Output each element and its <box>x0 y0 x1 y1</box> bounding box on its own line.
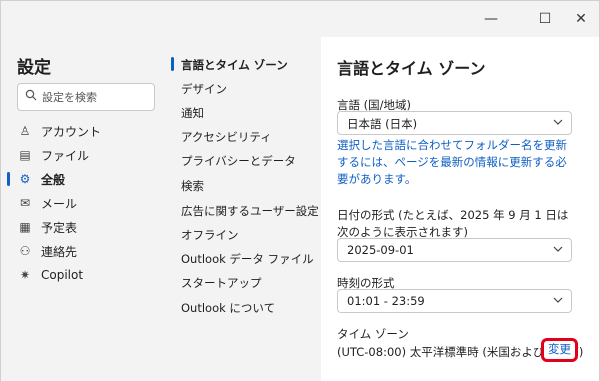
sub-item-offline[interactable]: オフライン <box>181 227 239 243</box>
sub-item-search[interactable]: 検索 <box>181 178 204 194</box>
chevron-down-icon <box>553 293 563 310</box>
sub-active-indicator <box>171 57 174 71</box>
chevron-down-icon <box>553 242 563 259</box>
minimize-icon[interactable]: — <box>481 9 501 29</box>
nav-item-label: Copilot <box>41 268 84 282</box>
nav-item-general[interactable]: ⚙ 全般 <box>17 168 157 190</box>
settings-title: 設定 <box>17 58 51 78</box>
nav-item-label: アカウント <box>41 124 102 139</box>
timezone-change-button[interactable]: 変更 <box>541 338 578 362</box>
nav-item-label: 予定表 <box>41 220 78 235</box>
sub-item-ad-preferences[interactable]: 広告に関するユーザー設定 <box>181 203 319 219</box>
nav-item-contacts[interactable]: ⚇ 連絡先 <box>17 240 157 262</box>
sub-item-accessibility[interactable]: アクセシビリティ <box>181 129 272 145</box>
nav-item-label: 連絡先 <box>41 244 78 259</box>
sub-item-language-timezone[interactable]: 言語とタイム ゾーン <box>181 57 288 73</box>
copilot-icon: ✷ <box>19 268 31 282</box>
calendar-icon: ▦ <box>19 220 31 234</box>
sub-item-about[interactable]: Outlook について <box>181 300 275 316</box>
nav-item-mail[interactable]: ✉ メール <box>17 192 157 214</box>
mail-icon: ✉ <box>19 196 31 210</box>
search-icon <box>25 89 39 103</box>
language-dropdown[interactable]: 日本語 (日本) <box>337 111 572 135</box>
nav-item-label: 全般 <box>41 172 66 187</box>
sub-item-startup[interactable]: スタートアップ <box>181 275 262 291</box>
date-format-label: 日付の形式 (たとえば、2025 年 9 月 1 日は次のように表示されます) <box>337 208 569 239</box>
nav-item-copilot[interactable]: ✷ Copilot <box>17 264 157 286</box>
file-icon: ▤ <box>19 148 31 162</box>
time-format-value: 01:01 - 23:59 <box>347 294 425 308</box>
date-format-value: 2025-09-01 <box>347 243 414 257</box>
settings-search-box[interactable] <box>17 83 155 111</box>
settings-window: — ☐ ✕ 設定 ♙ アカウント ▤ ファイル ⚙ 全般 ✉ メール ▦ <box>0 0 600 381</box>
active-indicator <box>7 172 10 186</box>
date-format-dropdown[interactable]: 2025-09-01 <box>337 238 572 262</box>
contacts-icon: ⚇ <box>19 244 31 258</box>
chevron-down-icon <box>553 115 563 132</box>
sub-item-notifications[interactable]: 通知 <box>181 105 204 121</box>
settings-subcategory-nav: 言語とタイム ゾーン デザイン 通知 アクセシビリティ プライバシーとデータ 検… <box>163 37 321 381</box>
nav-item-account[interactable]: ♙ アカウント <box>17 120 157 142</box>
sub-item-design[interactable]: デザイン <box>181 81 227 97</box>
nav-item-label: ファイル <box>41 148 90 163</box>
sub-item-privacy[interactable]: プライバシーとデータ <box>181 153 296 169</box>
language-note: 選択した言語に合わせてフォルダー名を更新するには、ページを最新の情報に更新する必… <box>337 138 567 186</box>
maximize-icon[interactable]: ☐ <box>535 9 555 29</box>
language-dropdown-value: 日本語 (日本) <box>347 117 418 131</box>
nav-item-calendar[interactable]: ▦ 予定表 <box>17 216 157 238</box>
nav-item-file[interactable]: ▤ ファイル <box>17 144 157 166</box>
time-format-dropdown[interactable]: 01:01 - 23:59 <box>337 289 572 313</box>
settings-left-nav: 設定 ♙ アカウント ▤ ファイル ⚙ 全般 ✉ メール ▦ 予定表 <box>1 37 163 381</box>
timezone-label: タイム ゾーン <box>337 327 409 341</box>
gear-icon: ⚙ <box>19 172 31 186</box>
nav-item-label: メール <box>41 196 78 211</box>
close-icon[interactable]: ✕ <box>571 9 591 29</box>
title-bar: — ☐ ✕ <box>1 1 599 37</box>
sub-item-data-files[interactable]: Outlook データ ファイル <box>181 251 314 267</box>
page-title: 言語とタイム ゾーン <box>337 59 486 78</box>
person-icon: ♙ <box>19 124 31 138</box>
settings-search-input[interactable] <box>42 88 150 106</box>
settings-content-pane: 言語とタイム ゾーン 言語 (国/地域) 日本語 (日本) 選択した言語に合わせ… <box>321 37 599 381</box>
